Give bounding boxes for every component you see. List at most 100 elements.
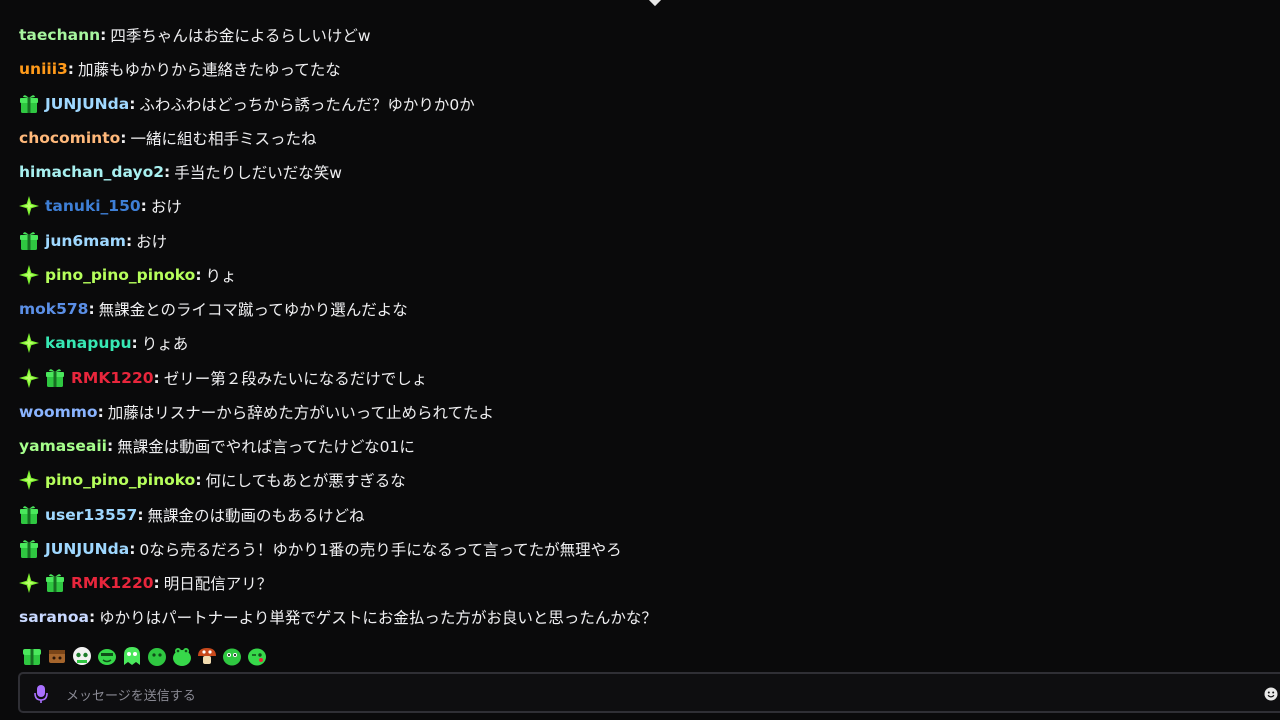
chat-input-placeholder[interactable]: メッセージを送信する [66, 685, 196, 704]
chat-username[interactable]: himachan_dayo2 [19, 163, 164, 181]
chat-message: JUNJUNda:0なら売るだろう！ゆかり1番の売り手になるって言ってたが無理や… [19, 532, 1259, 566]
sparkle-icon[interactable] [19, 196, 39, 217]
chat-message: pino_pino_pinoko: 何にしてもあとが悪すぎるな [19, 463, 1259, 497]
chat-message-text: ふわふわはどっちから誘ったんだ？ゆかりか0か [139, 95, 475, 114]
green-blob-emote[interactable] [146, 645, 168, 667]
mushroom-emote[interactable] [196, 645, 218, 667]
chat-message: yamaseaii: 無課金は動画でやれば言ってたけどな01に [19, 429, 1259, 463]
emote-bar [21, 645, 268, 667]
chat-message-text: 何にしてもあとが悪すぎるな [205, 472, 406, 491]
clipped-previous-text [250, 0, 430, 4]
chat-message: mok578: 無課金とのライコマ蹴ってゆかり選んだよな [19, 292, 1259, 326]
chat-username[interactable]: JUNJUNda [45, 540, 129, 558]
username-separator: : [67, 60, 74, 79]
username-separator: : [195, 265, 202, 284]
chat-message: taechann: 四季ちゃんはお金によるらしいけどw [19, 18, 1259, 52]
chat-message-text: おけ [136, 232, 168, 251]
chat-message-text: 無課金のは動画のもあるけどね [147, 506, 365, 525]
chat-username[interactable]: uniii3 [19, 60, 68, 78]
gift-icon[interactable] [19, 539, 39, 559]
green-wink-emote[interactable] [246, 645, 268, 667]
chat-username[interactable]: mok578 [19, 300, 88, 318]
chat-message-text: 一緒に組む相手ミスったね [130, 129, 317, 148]
chat-username[interactable]: tanuki_150 [45, 197, 141, 215]
chat-username[interactable]: saranoa [19, 608, 89, 626]
username-separator: : [125, 231, 133, 250]
chat-message-text: 0なら売るだろう！ゆかり1番の売り手になるって言ってたが無理やろ [139, 540, 622, 559]
gift-icon[interactable] [19, 94, 39, 114]
chat-message: RMK1220: ゼリー第２段みたいになるだけでしょ [19, 361, 1259, 395]
gift-icon[interactable] [45, 573, 65, 593]
gift-icon[interactable] [19, 231, 39, 251]
chat-message: chocominto: 一緒に組む相手ミスったね [19, 121, 1259, 155]
chat-username[interactable]: RMK1220 [71, 574, 154, 592]
skull-emote[interactable] [71, 645, 93, 667]
chat-message-text: 無課金は動画でやれば言ってたけどな01に [117, 438, 415, 457]
chat-message: saranoa: ゆかりはパートナーより単発でゲストにお金払った方がお良いと思った… [19, 600, 1259, 634]
chat-message: kanapupu: りょあ [19, 326, 1259, 360]
sparkle-icon[interactable] [19, 264, 39, 285]
chat-message-text: 加藤もゆかりから連絡きたゆってたな [78, 61, 341, 80]
username-separator: : [153, 368, 160, 387]
chat-username[interactable]: yamaseaii [19, 437, 107, 455]
brown-box-emote[interactable] [46, 645, 68, 667]
sparkle-icon[interactable] [19, 573, 39, 594]
chat-message-list: taechann: 四季ちゃんはお金によるらしいけどw uniii3: 加藤もゆかりか… [19, 18, 1259, 635]
chat-message: woommo: 加藤はリスナーから辞めた方がいいって止められてたよ [19, 395, 1259, 429]
sparkle-icon[interactable] [19, 470, 39, 491]
chat-username[interactable]: woommo [19, 403, 98, 421]
chat-username[interactable]: JUNJUNda [45, 95, 129, 113]
username-separator: : [97, 402, 104, 421]
chat-username[interactable]: pino_pino_pinoko [45, 266, 195, 284]
chat-message-text: りょ [205, 266, 237, 285]
chat-message-text: 加藤はリスナーから辞めた方がいいって止められてたよ [107, 403, 495, 422]
chat-message-text: ゼリー第２段みたいになるだけでしょ [163, 369, 428, 388]
chat-message-text: 明日配信アリ？ [163, 575, 273, 594]
chat-message-text: 無課金とのライコマ蹴ってゆかり選んだよな [98, 301, 408, 320]
green-face-emote[interactable] [96, 645, 118, 667]
username-separator: : [129, 94, 136, 113]
username-separator: : [137, 505, 144, 524]
chat-message: JUNJUNda: ふわふわはどっちから誘ったんだ？ゆかりか0か [19, 87, 1259, 121]
chat-message: uniii3: 加藤もゆかりから連絡きたゆってたな [19, 52, 1259, 86]
username-separator: : [153, 574, 160, 593]
green-gift-emote[interactable] [21, 645, 43, 667]
username-separator: : [88, 608, 96, 627]
smiley-icon[interactable] [1264, 686, 1278, 701]
chat-username[interactable]: chocominto [19, 129, 120, 147]
chat-message-text: ゆかりはパートナーより単発でゲストにお金払った方がお良いと思ったんかな？ [99, 609, 657, 628]
chat-message: RMK1220: 明日配信アリ？ [19, 566, 1259, 600]
chat-username[interactable]: user13557 [45, 506, 137, 524]
chat-username[interactable]: kanapupu [45, 334, 132, 352]
chat-message-text: りょあ [141, 335, 189, 354]
username-separator: : [140, 197, 147, 216]
chat-message-text: おけ [150, 198, 182, 217]
chat-message: himachan_dayo2: 手当たりしだいだな笑w [19, 155, 1259, 189]
chat-message: tanuki_150: おけ [19, 189, 1259, 223]
cursor-marker [647, 0, 663, 7]
username-separator: : [88, 300, 95, 319]
chat-message: pino_pino_pinoko: りょ [19, 258, 1259, 292]
green-face-emote-2[interactable] [221, 645, 243, 667]
chat-username[interactable]: jun6mam [45, 232, 126, 250]
sparkle-icon[interactable] [19, 367, 39, 388]
gift-icon[interactable] [19, 505, 39, 525]
username-separator: : [129, 539, 136, 558]
chat-message-text: 手当たりしだいだな笑w [174, 164, 342, 183]
chat-username[interactable]: RMK1220 [71, 369, 154, 387]
green-frog-emote[interactable] [171, 645, 193, 667]
sparkle-icon[interactable] [19, 333, 39, 354]
chat-message: jun6mam: おけ [19, 224, 1259, 258]
chat-message-text: 四季ちゃんはお金によるらしいけどw [110, 27, 371, 46]
username-separator: : [100, 26, 107, 45]
username-separator: : [164, 163, 171, 182]
username-separator: : [195, 471, 202, 490]
microphone-icon[interactable] [34, 684, 48, 704]
username-separator: : [131, 334, 138, 353]
chat-username[interactable]: taechann [19, 26, 100, 44]
gift-icon[interactable] [45, 368, 65, 388]
chat-input-box[interactable]: メッセージを送信する [18, 672, 1280, 713]
chat-username[interactable]: pino_pino_pinoko [45, 471, 195, 489]
green-ghost-emote[interactable] [121, 645, 143, 667]
username-separator: : [120, 128, 127, 147]
